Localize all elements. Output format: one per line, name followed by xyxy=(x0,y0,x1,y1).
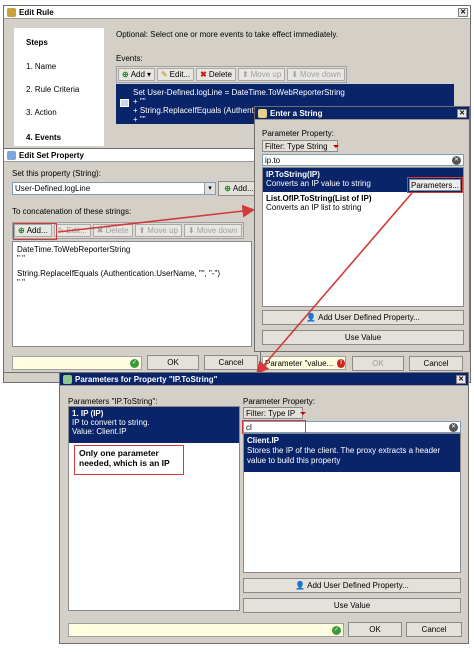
add-icon: ⊕ xyxy=(122,70,129,79)
edit-rule-cancel-button[interactable]: Cancel xyxy=(409,356,463,371)
list-item[interactable]: DateTime.ToWebReporterString xyxy=(17,245,251,254)
delete-icon: ✖ xyxy=(96,226,104,235)
edit-rule-titlebar[interactable]: Edit Rule ✕ xyxy=(4,6,470,19)
use-value-button[interactable]: Use Value xyxy=(262,330,464,345)
params-use-value-button[interactable]: Use Value xyxy=(243,598,461,613)
user-icon: 👤 xyxy=(295,581,306,590)
close-icon[interactable]: ✕ xyxy=(456,374,466,384)
arrow-up-icon: ⬆ xyxy=(138,226,146,235)
user-icon: 👤 xyxy=(306,313,317,322)
step-events[interactable]: 4. Events xyxy=(26,133,61,142)
parameters-highlight xyxy=(407,177,463,193)
add-button-highlight xyxy=(13,223,57,240)
delete-icon: ✖ xyxy=(200,70,207,79)
close-icon[interactable]: ✕ xyxy=(458,7,468,17)
add-udp-button[interactable]: 👤 Add User Defined Property... xyxy=(262,310,464,325)
list-item[interactable]: List.OfIP.ToString(List of IP) Converts … xyxy=(263,192,463,216)
edit-set-status-field xyxy=(12,356,142,370)
events-label: Events: xyxy=(116,54,143,63)
enter-string-title: Enter a String xyxy=(270,108,323,118)
error-icon: ! xyxy=(337,358,345,368)
events-move-down-button[interactable]: ⬇ Move down xyxy=(287,68,345,81)
filter-dropdown[interactable]: Filter: Type String xyxy=(262,140,339,152)
params-ok-button[interactable]: OK xyxy=(348,622,402,637)
chevron-down-icon xyxy=(332,144,339,148)
edit-set-ok-button[interactable]: OK xyxy=(147,355,199,370)
params-add-udp-button[interactable]: 👤 Add User Defined Property... xyxy=(243,578,461,593)
edit-set-title: Edit Set Property xyxy=(19,150,84,160)
clear-icon[interactable]: ✕ xyxy=(449,422,458,432)
list-item[interactable]: " " xyxy=(17,254,251,263)
chevron-down-icon[interactable]: ▾ xyxy=(204,183,215,194)
pencil-icon: ✎ xyxy=(160,70,168,79)
pencil-icon: ✎ xyxy=(57,226,65,235)
rule-icon xyxy=(7,7,16,17)
ip-filter-dropdown[interactable]: Filter: Type IP xyxy=(243,407,307,419)
events-line: + "" xyxy=(133,97,146,106)
params-status-field xyxy=(68,623,344,637)
arrow-down-icon: ⬇ xyxy=(187,226,195,235)
concat-delete-button[interactable]: ✖ Delete xyxy=(92,224,133,237)
chevron-down-icon xyxy=(300,411,307,415)
steps-panel: Steps 1. Name 2. Rule Criteria 3. Action xyxy=(14,28,104,146)
events-move-up-button[interactable]: ⬆ Move up xyxy=(237,68,286,81)
close-icon[interactable]: ✕ xyxy=(457,108,467,118)
events-line: Set User-Defined.logLine = DateTime.ToWe… xyxy=(133,88,345,97)
arrow-up-icon: ⬆ xyxy=(241,70,249,79)
concat-list[interactable]: DateTime.ToWebReporterString " " String.… xyxy=(12,241,252,347)
enter-string-window: Enter a String ✕ Parameter Property: Fil… xyxy=(254,106,470,352)
parameter-list[interactable]: 1. IP (IP) IP to convert to string. Valu… xyxy=(68,406,240,611)
step-rule-criteria[interactable]: 2. Rule Criteria xyxy=(26,85,79,94)
set-property-label: Set this property (String): xyxy=(12,169,101,178)
parameters-title: Parameters for Property "IP.ToString" xyxy=(75,374,218,384)
enter-string-titlebar[interactable]: Enter a String ✕ xyxy=(255,107,469,120)
edit-rule-ok-button[interactable]: OK xyxy=(352,356,404,371)
events-toolbar: ⊕ Add ▾ ✎ Edit... ✖ Delete ⬆ Move up ⬇ Move do… xyxy=(116,66,347,83)
check-icon: ✓ xyxy=(332,626,341,635)
event-icon xyxy=(120,99,129,107)
params-right-label: Parameter Property: xyxy=(243,397,316,406)
edit-set-cancel-button[interactable]: Cancel xyxy=(204,355,258,370)
parameters-titlebar[interactable]: Parameters for Property "IP.ToString" ✕ xyxy=(60,373,468,386)
concat-label: To concatenation of these strings: xyxy=(12,207,132,216)
param-property-label: Parameter Property: xyxy=(262,129,335,138)
arrow-down-icon: ⬇ xyxy=(291,70,299,79)
edit-set-property-window: Edit Set Property Set this property (Str… xyxy=(3,148,261,373)
step-action[interactable]: 3. Action xyxy=(26,108,57,117)
parameters-icon xyxy=(63,374,72,384)
rule-status-field: Parameter "value... ! xyxy=(262,356,346,370)
string-search-input[interactable]: ip.to ✕ xyxy=(262,154,464,166)
events-instruction: Optional: Select one or more events to t… xyxy=(116,30,339,39)
edit-rule-title: Edit Rule xyxy=(19,7,54,17)
chevron-down-icon: ▾ xyxy=(146,70,151,79)
list-item[interactable]: Client.IP Stores the IP of the client. T… xyxy=(244,434,460,472)
check-icon: ✓ xyxy=(130,359,139,368)
parameters-window: Parameters for Property "IP.ToString" ✕ … xyxy=(59,372,469,644)
concat-edit-button[interactable]: ✎ Edit... xyxy=(53,224,91,237)
edit-set-titlebar[interactable]: Edit Set Property xyxy=(4,149,260,162)
steps-heading: Steps xyxy=(26,38,48,47)
search-highlight xyxy=(242,420,306,434)
events-delete-button[interactable]: ✖ Delete xyxy=(196,68,236,81)
callout-text: Only one parameter needed, which is an I… xyxy=(79,448,170,468)
list-item[interactable]: " " xyxy=(17,278,251,287)
callout-box: Only one parameter needed, which is an I… xyxy=(74,445,184,475)
concat-move-down-button[interactable]: ⬇ Move down xyxy=(183,224,242,237)
events-edit-button[interactable]: ✎ Edit... xyxy=(156,68,195,81)
params-left-label: Parameters "IP.ToString": xyxy=(68,397,158,406)
string-icon xyxy=(258,108,267,118)
add-icon: ⊕ xyxy=(224,184,231,193)
events-add-button[interactable]: ⊕ Add ▾ xyxy=(118,68,155,81)
concat-move-up-button[interactable]: ⬆ Move up xyxy=(134,224,182,237)
property-icon xyxy=(7,150,16,160)
list-item[interactable]: 1. IP (IP) IP to convert to string. Valu… xyxy=(69,407,239,443)
params-cancel-button[interactable]: Cancel xyxy=(406,622,462,637)
step-name[interactable]: 1. Name xyxy=(26,62,56,71)
clear-icon[interactable]: ✕ xyxy=(452,155,461,165)
ip-property-list[interactable]: Client.IP Stores the IP of the client. T… xyxy=(243,433,461,573)
list-item[interactable]: String.ReplaceIfEquals (Authentication.U… xyxy=(17,269,251,278)
property-select[interactable]: User-Defined.logLine ▾ xyxy=(12,182,216,195)
